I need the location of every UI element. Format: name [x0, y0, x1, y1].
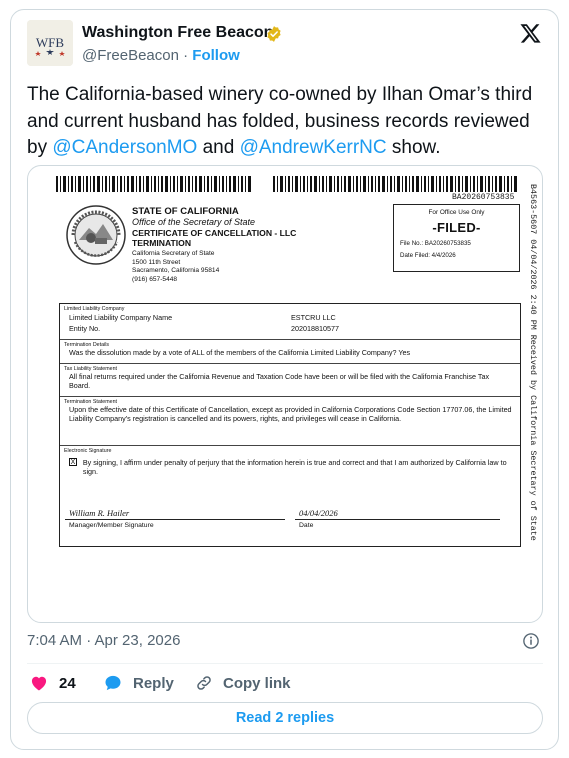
file-number: File No.: BA20260753835	[400, 240, 471, 247]
section-label: Limited Liability Company	[64, 306, 125, 312]
signer-caption: Manager/Member Signature	[69, 522, 154, 529]
heart-icon	[31, 676, 47, 691]
svg-text:WFB: WFB	[36, 35, 65, 50]
mention-link-andrewkerr[interactable]: @AndrewKerrNC	[240, 137, 387, 158]
signature-date: 04/04/2026	[299, 508, 338, 518]
author-name[interactable]: Washington Free Beacon	[82, 24, 273, 42]
address-line: Sacramento, California 95814	[132, 267, 220, 275]
received-stamp: B4563-5607 04/04/2026 2:40 PM Received b…	[528, 184, 538, 541]
field-key: Entity No.	[69, 324, 101, 333]
tweet-media-image[interactable]: BA20260753835 B4563-5607 04/04/2026 2:40…	[27, 165, 543, 623]
document-id: BA20260753835	[452, 193, 515, 202]
field-value: 202018810577	[291, 324, 339, 333]
reply-bubble-icon	[105, 675, 121, 691]
electronic-signature-section: Electronic Signature X By signing, I aff…	[60, 446, 520, 546]
tax-liability-section: Tax Liability Statement All final return…	[60, 364, 520, 397]
affirm-checkbox: X	[69, 458, 77, 466]
footer-divider	[27, 663, 543, 664]
link-icon	[197, 676, 211, 690]
verified-badge-icon	[267, 26, 281, 42]
separator-dot: ·	[183, 47, 189, 64]
state-seal-icon	[66, 205, 126, 265]
reply-button[interactable]: Reply	[103, 673, 174, 693]
tweet-text-part: show.	[386, 137, 441, 158]
section-label: Termination Statement	[64, 399, 117, 405]
office-use-box: For Office Use Only -FILED- File No.: BA…	[393, 204, 520, 272]
copy-link-button[interactable]: Copy link	[195, 673, 291, 693]
field-key: Limited Liability Company Name	[69, 313, 173, 322]
certificate-document: BA20260753835 B4563-5607 04/04/2026 2:40…	[28, 166, 542, 622]
termination-details-section: Termination Details Was the dissolution …	[60, 340, 520, 364]
x-logo-icon[interactable]	[520, 22, 542, 44]
llc-name-row: Limited Liability Company Name ESTCRU LL…	[64, 313, 520, 324]
office-address: California Secretary of State 1500 11th …	[132, 250, 219, 284]
author-handle[interactable]: @FreeBeacon	[82, 47, 179, 64]
state-title: STATE OF CALIFORNIA	[132, 206, 239, 217]
entity-no-row: Entity No. 202018810577	[64, 324, 520, 335]
date-line	[295, 519, 500, 520]
signature-line	[65, 519, 285, 520]
barcode-left	[56, 176, 251, 192]
certificate-title: CERTIFICATE OF CANCELLATION - LLC TERMIN…	[132, 228, 297, 248]
reply-label: Reply	[133, 674, 174, 692]
section-label: Tax Liability Statement	[64, 366, 117, 372]
follow-button[interactable]: Follow	[192, 47, 240, 64]
signature-affirmation: X By signing, I affirm under penalty of …	[64, 458, 520, 476]
read-replies-button[interactable]: Read 2 replies	[27, 702, 543, 734]
date-filed: Date Filed: 4/4/2026	[400, 252, 456, 259]
author-avatar[interactable]: WFB	[27, 20, 73, 66]
info-icon[interactable]	[522, 632, 540, 650]
termination-statement-section: Termination Statement Upon the effective…	[60, 397, 520, 446]
section-label: Termination Details	[64, 342, 110, 348]
address-line: 1500 11th Street	[132, 258, 181, 266]
signer-name: William R. Hailer	[69, 508, 130, 518]
tweet-text: The California-based winery co-owned by …	[27, 82, 547, 162]
section-label: Electronic Signature	[64, 448, 112, 454]
like-button[interactable]: 24	[29, 673, 76, 693]
tweet-text-part: and	[197, 137, 240, 158]
affirmation-text: By signing, I affirm under penalty of pe…	[82, 458, 507, 476]
barcode-right	[273, 176, 517, 192]
address-line: (916) 657-5448	[132, 275, 178, 283]
mention-link-canderson[interactable]: @CAndersonMO	[52, 137, 197, 158]
tweet-timestamp[interactable]: 7:04 AM · Apr 23, 2026	[27, 632, 180, 649]
section-body: Was the dissolution made by a vote of AL…	[69, 348, 411, 357]
section-body: All final returns required under the Cal…	[69, 372, 490, 390]
address-line: California Secretary of State	[132, 250, 215, 257]
date-caption: Date	[299, 522, 314, 529]
llc-section: Limited Liability Company Limited Liabil…	[60, 304, 520, 340]
like-count: 24	[59, 674, 76, 692]
filed-stamp: -FILED-	[432, 220, 481, 235]
section-body: Upon the effective date of this Certific…	[69, 405, 512, 423]
office-name: Office of the Secretary of State	[132, 217, 256, 227]
field-value: ESTCRU LLC	[291, 313, 336, 322]
copy-link-label: Copy link	[223, 674, 291, 692]
office-use-label: For Office Use Only	[428, 209, 485, 216]
author-handle-row: @FreeBeacon · Follow	[82, 47, 240, 64]
